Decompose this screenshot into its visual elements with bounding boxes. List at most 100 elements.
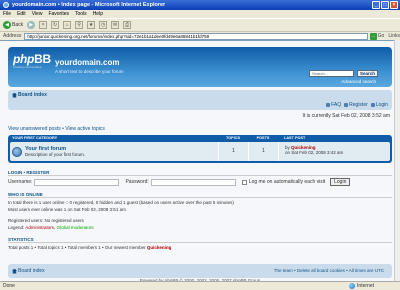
newest-member-link[interactable]: Quickening	[147, 245, 172, 250]
logo-text-bb: BB	[34, 52, 51, 66]
address-bar: Address http://junior.quickening.org.net…	[0, 31, 400, 40]
links-label[interactable]: Links	[388, 33, 400, 39]
legend-text: Legend: Administrators, Global moderator…	[8, 225, 94, 230]
forum-description: Description of your first forum.	[25, 152, 86, 157]
faq-link[interactable]: FAQ	[326, 102, 341, 108]
autologin-checkbox[interactable]	[241, 179, 247, 185]
login-form: Username: Password: Log me on automatica…	[8, 178, 351, 186]
faq-label: FAQ	[331, 102, 342, 108]
register-icon	[344, 102, 349, 107]
advanced-search-link[interactable]: Advanced search	[341, 79, 376, 84]
go-arrow-icon: →	[369, 32, 377, 40]
lastpost-header: LAST POST	[284, 136, 306, 140]
history-icon[interactable]: ◷	[99, 21, 108, 29]
menu-tools[interactable]: Tools	[75, 11, 87, 17]
last-post-date: on Sat Feb 02, 2008 3:42 am	[285, 150, 344, 155]
window-title: yourdomain.com • Index page - Microsoft …	[12, 2, 166, 8]
menu-bar: File Edit View Favorites Tools Help	[0, 10, 400, 18]
logo-tagline: creating communities	[13, 65, 42, 69]
back-arrow-icon: ◀	[3, 21, 11, 29]
menu-edit[interactable]: Edit	[17, 11, 26, 17]
menu-view[interactable]: View	[32, 11, 43, 17]
statistics-summary: Total posts 1 • Total topics 1 • Total m…	[8, 245, 147, 250]
legend-prefix: Legend:	[8, 225, 26, 230]
print-icon[interactable]: ⎙	[123, 21, 132, 29]
forum-table: YOUR FIRST CATEGORY TOPICS POSTS LAST PO…	[8, 135, 392, 163]
status-bar: Done Internet	[0, 281, 400, 290]
forum-last-post: by Quickening on Sat Feb 02, 2008 3:42 a…	[278, 142, 343, 161]
vertical-scrollbar[interactable]	[394, 40, 400, 281]
home-icon[interactable]: ⌂	[63, 21, 72, 29]
board-index-label: Board index	[18, 92, 47, 98]
login-label: Login	[375, 102, 388, 108]
mail-icon[interactable]: ✉	[111, 21, 120, 29]
menu-help[interactable]: Help	[93, 11, 103, 17]
favorites-icon[interactable]: ★	[87, 21, 96, 29]
footer-board-index-label: Board index	[18, 268, 45, 274]
register-label: Register	[349, 102, 368, 108]
address-input[interactable]: http://junior.quickening.org.net/forums/…	[24, 32, 368, 40]
footer-home-icon	[12, 268, 17, 274]
nav-links: FAQ Register Login	[326, 102, 388, 108]
zone-label: Internet	[357, 283, 374, 289]
browser-toolbar: ◀ Back ▶ × ↻ ⌂ ⚲ ★ ◷ ✉ ⎙	[0, 18, 400, 31]
maximize-button[interactable]: □	[381, 1, 389, 9]
go-label: Go	[377, 33, 385, 39]
register-link[interactable]: Register	[344, 102, 368, 108]
site-title[interactable]: yourdomain.com	[55, 58, 119, 67]
window-titlebar: yourdomain.com • Index page - Microsoft …	[0, 0, 400, 10]
close-button[interactable]: ×	[390, 1, 398, 9]
footer-links[interactable]: The team • Delete all board cookies • Al…	[274, 268, 384, 273]
board-index-link[interactable]: Board index	[12, 92, 47, 98]
search-icon[interactable]: ⚲	[75, 21, 84, 29]
forum-posts-count: 1	[248, 142, 278, 161]
view-links[interactable]: View unanswered posts • View active topi…	[8, 126, 105, 132]
faq-icon	[326, 102, 331, 107]
forum-row: Your first forum Description of your fir…	[10, 142, 390, 161]
site-description: A short text to describe your forum	[55, 69, 124, 74]
ie-icon	[3, 2, 9, 8]
stop-icon[interactable]: ×	[39, 21, 48, 29]
page-viewport: phpBB creating communities yourdomain.co…	[0, 40, 400, 283]
menu-favorites[interactable]: Favorites	[48, 11, 69, 17]
forum-topics-count: 1	[218, 142, 248, 161]
menu-file[interactable]: File	[3, 11, 11, 17]
password-label: Password:	[125, 179, 149, 185]
back-button[interactable]: ◀ Back	[3, 21, 23, 29]
login-button[interactable]: Login	[330, 178, 351, 186]
login-link[interactable]: Login	[370, 102, 388, 108]
legend-administrators-link[interactable]: Administrators	[25, 225, 54, 230]
forward-arrow-icon: ▶	[27, 21, 36, 29]
go-button[interactable]: → Go	[369, 32, 385, 40]
phpbb-logo[interactable]: phpBB creating communities	[13, 52, 51, 76]
forum-table-header: YOUR FIRST CATEGORY TOPICS POSTS LAST PO…	[8, 135, 392, 141]
search-input[interactable]: Search...	[309, 70, 354, 77]
login-divider	[8, 175, 392, 176]
online-total-text: In total there is 1 user online :: 0 reg…	[8, 200, 234, 205]
forward-button[interactable]: ▶	[27, 21, 36, 29]
footer-navbar: Board index The team • Delete all board …	[8, 264, 392, 278]
back-label: Back	[12, 22, 24, 28]
login-icon	[370, 102, 375, 107]
username-label: Username:	[8, 179, 33, 185]
internet-zone-icon	[349, 283, 356, 289]
minimize-button[interactable]: _	[372, 1, 380, 9]
search-button[interactable]: Search	[357, 70, 378, 77]
forum-header: phpBB creating communities yourdomain.co…	[8, 47, 392, 87]
security-zone: Internet	[349, 283, 374, 289]
statistics-text: Total posts 1 • Total topics 1 • Total m…	[8, 245, 171, 250]
legend-global-moderators-link[interactable]: Global moderators	[57, 225, 94, 230]
refresh-icon[interactable]: ↻	[51, 21, 60, 29]
home-icon	[12, 92, 17, 98]
online-divider	[8, 197, 392, 198]
password-field[interactable]	[150, 178, 236, 186]
username-field[interactable]	[34, 178, 120, 186]
current-datetime: It is currently Sat Feb 02, 2008 3:52 am	[302, 113, 390, 119]
autologin-label: Log me on automatically each visit	[248, 179, 326, 185]
logo-text-php: php	[13, 52, 35, 66]
footer-board-index-link[interactable]: Board index	[12, 268, 45, 274]
status-text: Done	[3, 283, 15, 289]
statistics-divider	[8, 242, 392, 243]
category-header[interactable]: YOUR FIRST CATEGORY	[8, 136, 218, 140]
topics-header: TOPICS	[225, 136, 241, 140]
